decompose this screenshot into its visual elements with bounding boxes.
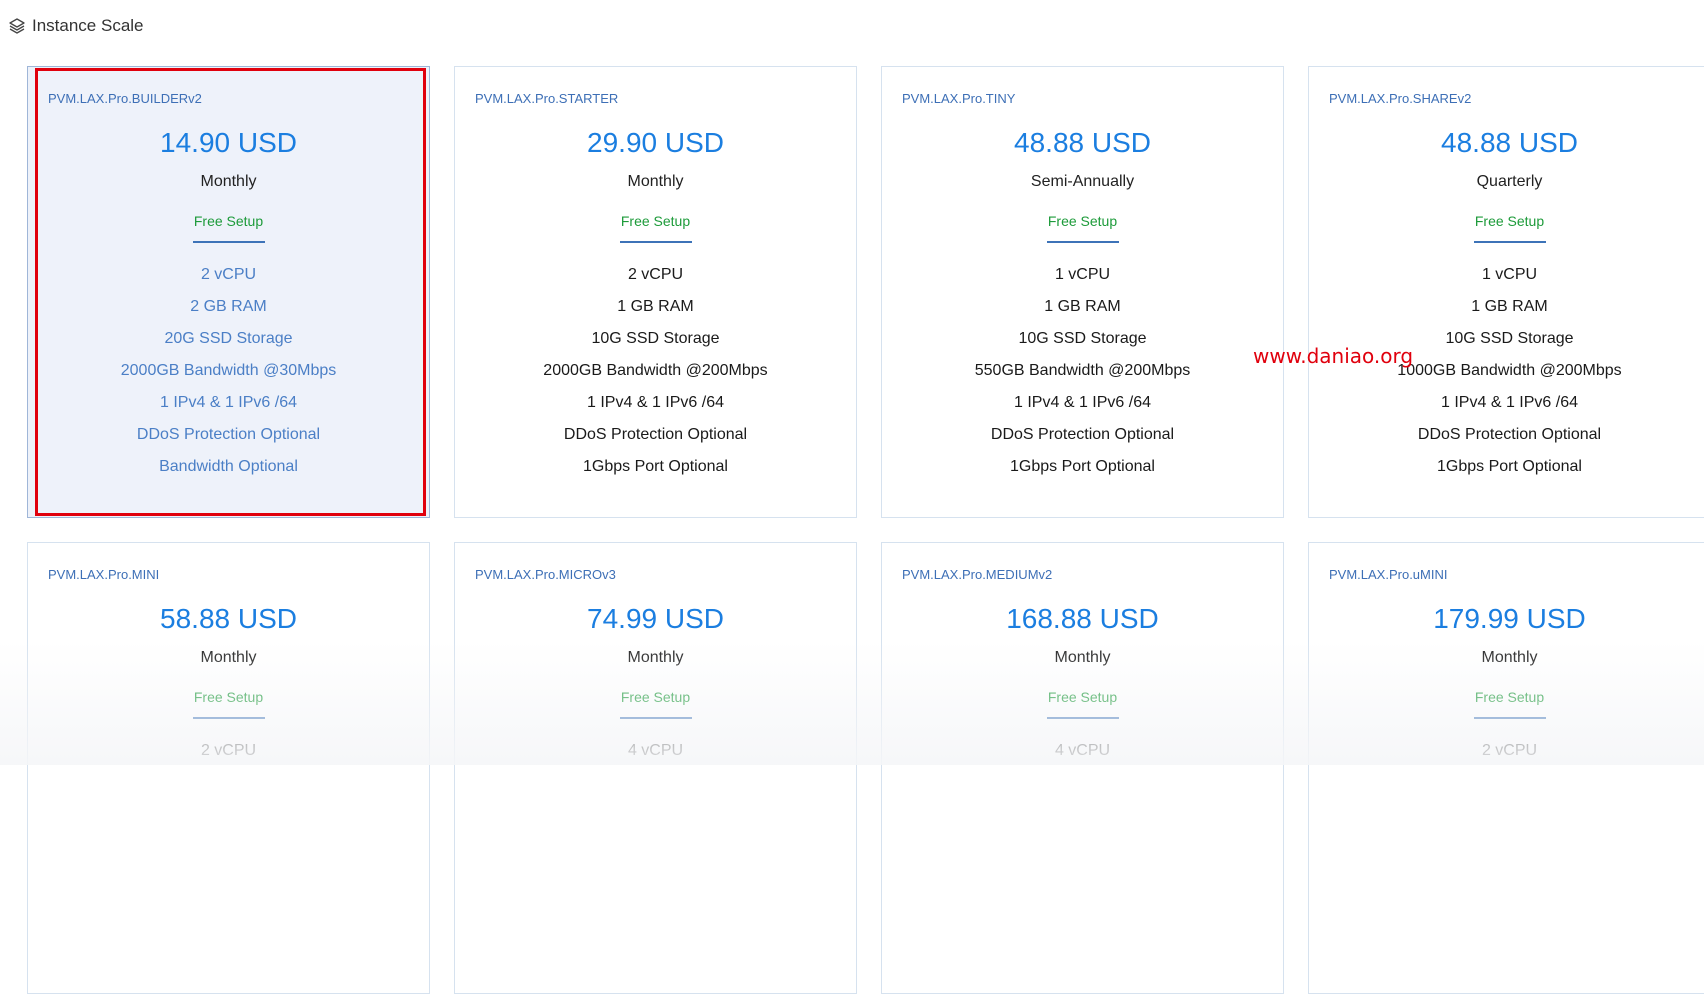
feature-item: 4 vCPU: [1054, 742, 1111, 759]
feature-list: 4 vCPU: [455, 741, 856, 761]
divider: [1473, 717, 1546, 719]
feature-item: 1 vCPU: [1481, 266, 1538, 283]
plan-price: 74.99 USD: [587, 603, 724, 634]
setup-fee-label: Free Setup: [620, 689, 691, 705]
divider: [192, 241, 265, 243]
plan-name: PVM.LAX.Pro.MEDIUMv2: [902, 567, 1053, 582]
billing-cycle: Monthly: [200, 173, 257, 190]
divider: [1473, 241, 1546, 243]
billing-cycle: Monthly: [1481, 649, 1538, 666]
section-title: Instance Scale: [32, 16, 144, 35]
feature-item: 20G SSD Storage: [164, 330, 293, 347]
feature-list: 4 vCPU: [882, 741, 1283, 761]
feature-item: DDoS Protection Optional: [563, 426, 748, 443]
feature-list: 2 vCPU 1 GB RAM 10G SSD Storage 2000GB Band…: [455, 265, 856, 477]
feature-item: 2000GB Bandwidth @200Mbps: [543, 362, 768, 379]
feature-item: 1 GB RAM: [617, 298, 694, 315]
feature-item: 1 GB RAM: [1471, 298, 1548, 315]
plan-card[interactable]: PVM.LAX.Pro.BUILDERv2 14.90 USD Monthly Fre…: [27, 66, 430, 518]
plan-card[interactable]: PVM.LAX.Pro.TINY 48.88 USD Semi-Annually Fr…: [881, 66, 1284, 518]
billing-cycle: Monthly: [200, 649, 257, 666]
feature-item: 4 vCPU: [627, 742, 684, 759]
setup-fee-label: Free Setup: [620, 213, 691, 229]
feature-list: 1 vCPU 1 GB RAM 10G SSD Storage 550GB Bandw…: [882, 265, 1283, 477]
feature-list: 2 vCPU 2 GB RAM 20G SSD Storage 2000GB Band…: [28, 265, 429, 477]
plan-name: PVM.LAX.Pro.MINI: [48, 567, 160, 582]
feature-item: 10G SSD Storage: [591, 330, 720, 347]
feature-item: 1 IPv4 & 1 IPv6 /64: [160, 394, 297, 411]
feature-item: DDoS Protection Optional: [1417, 426, 1602, 443]
feature-item: 1Gbps Port Optional: [583, 458, 728, 475]
layers-icon: [8, 17, 26, 35]
plan-price: 58.88 USD: [160, 603, 297, 634]
feature-item: 1Gbps Port Optional: [1010, 458, 1155, 475]
divider: [619, 717, 692, 719]
plan-name: PVM.LAX.Pro.BUILDERv2: [48, 91, 202, 106]
plan-name: PVM.LAX.Pro.SHAREv2: [1329, 91, 1472, 106]
feature-list: 2 vCPU: [1309, 741, 1704, 761]
plan-card[interactable]: PVM.LAX.Pro.MINI 58.88 USD Monthly Free Set…: [27, 542, 430, 994]
feature-item: 1 GB RAM: [1044, 298, 1121, 315]
feature-item: Bandwidth Optional: [159, 458, 298, 475]
feature-item: 1 IPv4 & 1 IPv6 /64: [1441, 394, 1578, 411]
plan-price: 48.88 USD: [1014, 127, 1151, 158]
plan-price: 48.88 USD: [1441, 127, 1578, 158]
divider: [192, 717, 265, 719]
feature-item: 2 vCPU: [200, 266, 257, 283]
feature-item: 1 IPv4 & 1 IPv6 /64: [1014, 394, 1151, 411]
feature-item: 550GB Bandwidth @200Mbps: [974, 362, 1191, 379]
plan-name: PVM.LAX.Pro.uMINI: [1329, 567, 1448, 582]
setup-fee-label: Free Setup: [193, 213, 264, 229]
plan-price: 29.90 USD: [587, 127, 724, 158]
feature-item: DDoS Protection Optional: [990, 426, 1175, 443]
section-header: Instance Scale: [8, 14, 144, 38]
plan-card[interactable]: PVM.LAX.Pro.SHAREv2 48.88 USD Quarterly Fre…: [1308, 66, 1704, 518]
feature-item: 2000GB Bandwidth @30Mbps: [120, 362, 337, 379]
plan-grid: PVM.LAX.Pro.BUILDERv2 14.90 USD Monthly Fre…: [27, 66, 1704, 994]
feature-item: 1 vCPU: [1054, 266, 1111, 283]
divider: [1046, 241, 1119, 243]
feature-item: 2 vCPU: [200, 742, 257, 759]
feature-item: 1 IPv4 & 1 IPv6 /64: [587, 394, 724, 411]
feature-item: 2 GB RAM: [190, 298, 267, 315]
plan-card[interactable]: PVM.LAX.Pro.STARTER 29.90 USD Monthly Free …: [454, 66, 857, 518]
setup-fee-label: Free Setup: [1047, 213, 1118, 229]
plan-name: PVM.LAX.Pro.TINY: [902, 91, 1016, 106]
billing-cycle: Monthly: [627, 173, 684, 190]
setup-fee-label: Free Setup: [1047, 689, 1118, 705]
feature-item: 1Gbps Port Optional: [1437, 458, 1582, 475]
feature-item: DDoS Protection Optional: [136, 426, 321, 443]
setup-fee-label: Free Setup: [193, 689, 264, 705]
plan-price: 168.88 USD: [1006, 603, 1159, 634]
feature-list: 1 vCPU 1 GB RAM 10G SSD Storage 1000GB Band…: [1309, 265, 1704, 477]
feature-item: 2 vCPU: [1481, 742, 1538, 759]
watermark: www.daniao.org: [1253, 344, 1414, 368]
setup-fee-label: Free Setup: [1474, 689, 1545, 705]
plan-price: 179.99 USD: [1433, 603, 1586, 634]
billing-cycle: Monthly: [627, 649, 684, 666]
plan-name: PVM.LAX.Pro.STARTER: [475, 91, 619, 106]
plan-card[interactable]: PVM.LAX.Pro.MICROv3 74.99 USD Monthly Free …: [454, 542, 857, 994]
plan-card[interactable]: PVM.LAX.Pro.uMINI 179.99 USD Monthly Free S…: [1308, 542, 1704, 994]
billing-cycle: Monthly: [1054, 649, 1111, 666]
plan-price: 14.90 USD: [160, 127, 297, 158]
plan-name: PVM.LAX.Pro.MICROv3: [475, 567, 616, 582]
divider: [1046, 717, 1119, 719]
setup-fee-label: Free Setup: [1474, 213, 1545, 229]
feature-list: 2 vCPU: [28, 741, 429, 761]
divider: [619, 241, 692, 243]
feature-item: 2 vCPU: [627, 266, 684, 283]
billing-cycle: Quarterly: [1476, 173, 1543, 190]
feature-item: 10G SSD Storage: [1018, 330, 1147, 347]
plan-card[interactable]: PVM.LAX.Pro.MEDIUMv2 168.88 USD Monthly Fre…: [881, 542, 1284, 994]
billing-cycle: Semi-Annually: [1030, 173, 1135, 190]
